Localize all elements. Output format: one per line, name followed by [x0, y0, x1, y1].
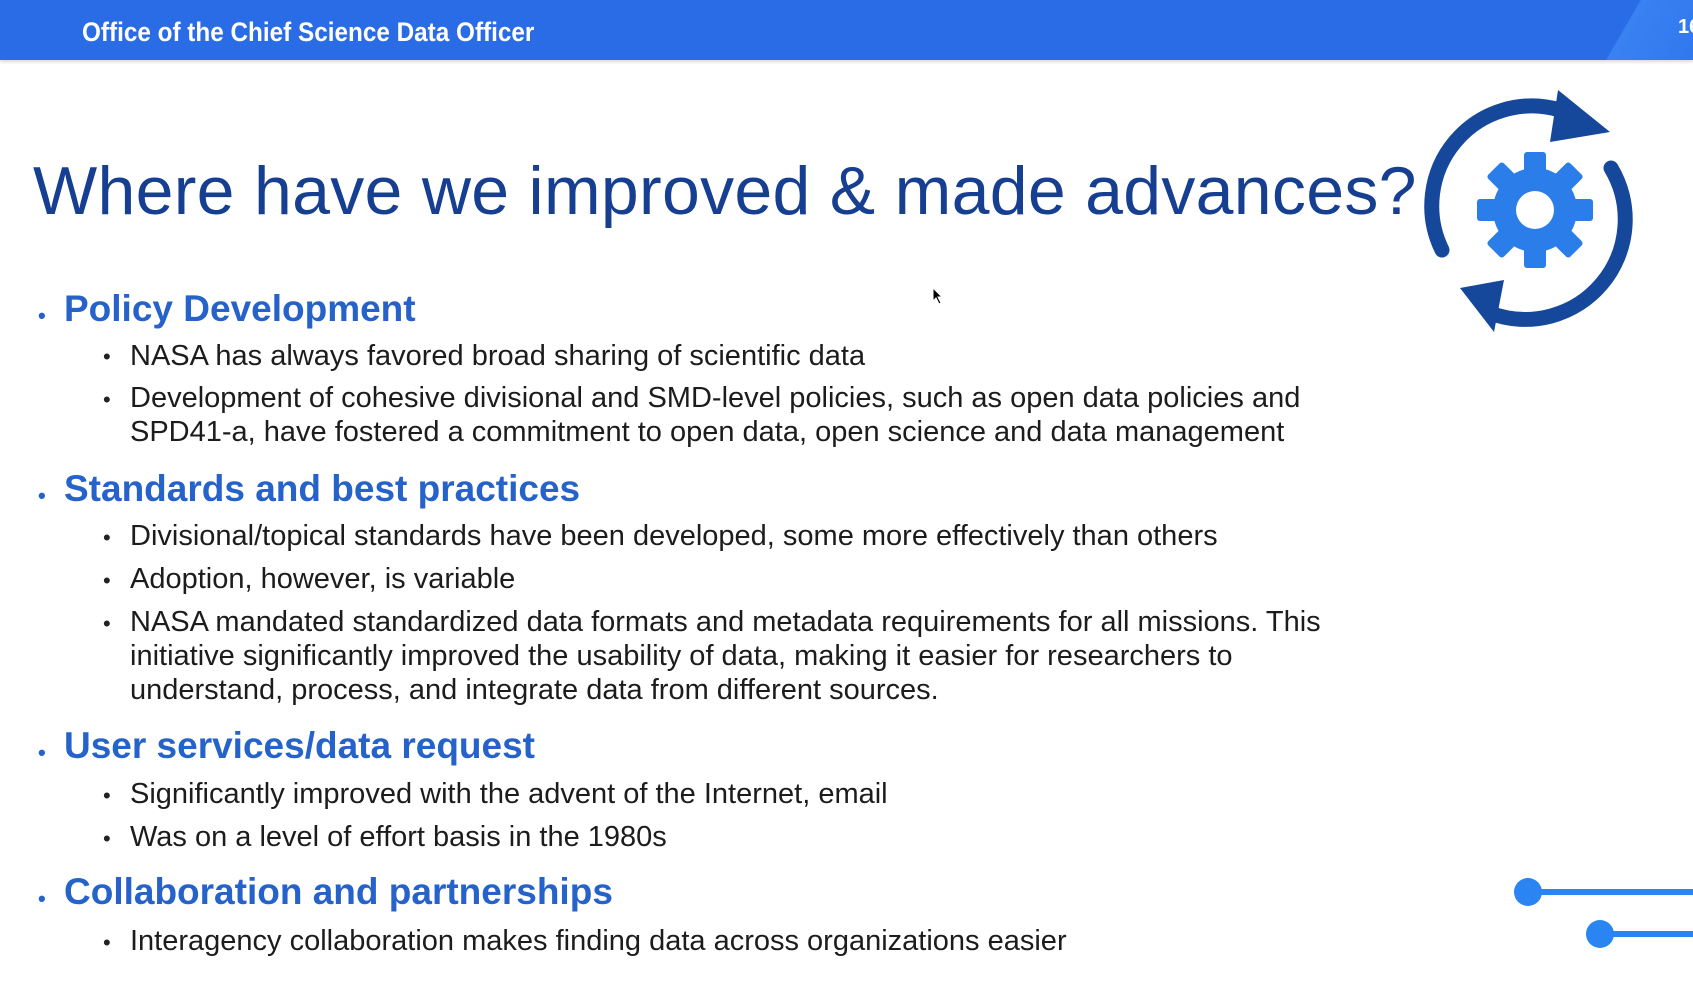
- section-bullet: •: [38, 886, 46, 911]
- item-bullet: •: [103, 930, 111, 955]
- mouse-cursor-icon: [932, 286, 944, 305]
- list-item-continuation: understand, process, and integrate data …: [130, 674, 939, 706]
- section-bullet: •: [38, 740, 46, 765]
- section-heading-user-services: User services/data request: [64, 725, 535, 766]
- gear-refresh-icon: [1420, 88, 1650, 338]
- list-item-continuation: SPD41-a, have fostered a commitment to o…: [130, 416, 1285, 448]
- list-item: Adoption, however, is variable: [130, 563, 516, 595]
- section-heading-policy: Policy Development: [64, 288, 416, 329]
- item-bullet: •: [103, 826, 111, 851]
- item-bullet: •: [103, 611, 111, 636]
- list-item: Development of cohesive divisional and S…: [130, 382, 1301, 414]
- list-item: NASA has always favored broad sharing of…: [130, 340, 866, 372]
- page-number: 16: [1678, 16, 1693, 38]
- item-bullet: •: [103, 387, 111, 412]
- section-bullet: •: [38, 303, 46, 328]
- section-bullet: •: [38, 483, 46, 508]
- list-item-continuation: initiative significantly improved the us…: [130, 640, 1233, 672]
- item-bullet: •: [103, 344, 111, 369]
- list-item: Divisional/topical standards have been d…: [130, 520, 1218, 552]
- list-item: NASA mandated standardized data formats …: [130, 606, 1321, 638]
- list-item: Interagency collaboration makes finding …: [130, 925, 1067, 957]
- item-bullet: •: [103, 525, 111, 550]
- item-bullet: •: [103, 568, 111, 593]
- section-heading-standards: Standards and best practices: [64, 468, 581, 509]
- section-heading-collaboration: Collaboration and partnerships: [64, 871, 613, 912]
- connector-lines-decoration: [1500, 870, 1693, 982]
- list-item: Was on a level of effort basis in the 19…: [130, 821, 667, 853]
- header-title: Office of the Chief Science Data Officer: [82, 17, 535, 47]
- item-bullet: •: [103, 783, 111, 808]
- list-item: Significantly improved with the advent o…: [130, 778, 888, 810]
- slide-title: Where have we improved & made advances?: [33, 153, 1417, 229]
